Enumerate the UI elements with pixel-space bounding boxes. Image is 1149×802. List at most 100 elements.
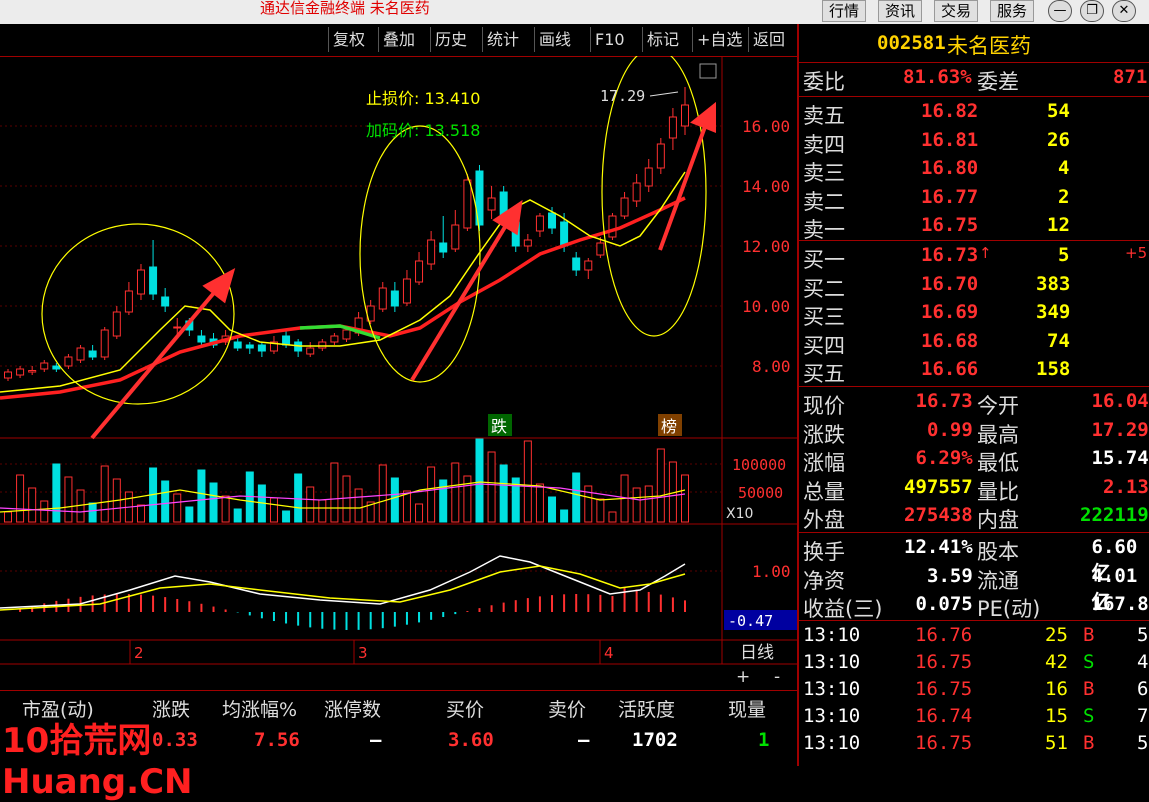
stock-name: 未名医药 bbox=[947, 30, 1031, 60]
candle-body bbox=[17, 369, 24, 375]
fund-label: 换手 bbox=[803, 536, 845, 566]
col-header[interactable]: 涨停数 bbox=[324, 695, 381, 722]
candle-body bbox=[633, 183, 640, 201]
kline-chart[interactable]: 16.00 14.00 12.00 10.00 8.00 100000 5000… bbox=[0, 56, 797, 690]
ask-row[interactable]: 卖三 16.80 4 bbox=[799, 157, 1149, 185]
weibi-value: 81.63% bbox=[903, 66, 972, 88]
highlight-circle bbox=[42, 224, 234, 404]
candle-body bbox=[113, 312, 120, 336]
stats-button[interactable]: 统计 bbox=[482, 27, 523, 52]
tick-time: 13:10 bbox=[803, 732, 860, 754]
price-tick: 16.00 bbox=[742, 117, 790, 136]
candle-body bbox=[319, 342, 326, 348]
volume-bar bbox=[270, 498, 277, 522]
volume-bar bbox=[524, 441, 531, 522]
badge-bang-text: 榜 bbox=[661, 417, 677, 436]
candle-body bbox=[561, 222, 568, 246]
col-header[interactable]: 均涨幅% bbox=[222, 695, 297, 722]
add-watchlist-button[interactable]: +自选 bbox=[692, 27, 746, 52]
zoom-in-button[interactable]: + bbox=[736, 667, 750, 687]
quote-panel: 002581 未名医药 委比 81.63% 委差 871 卖五 16.82 54… bbox=[797, 24, 1149, 766]
macd-bars bbox=[8, 588, 685, 630]
stat-value: 15.74 bbox=[1092, 447, 1149, 469]
ask-row[interactable]: 卖四 16.81 26 bbox=[799, 129, 1149, 157]
volume-bar bbox=[17, 475, 24, 522]
tick-price: 16.75 bbox=[915, 678, 972, 700]
close-icon[interactable]: ✕ bbox=[1112, 0, 1136, 22]
fuquan-button[interactable]: 复权 bbox=[328, 27, 369, 52]
menu-quotes[interactable]: 行情 bbox=[822, 0, 866, 22]
month-label: 3 bbox=[358, 644, 368, 662]
ask-volume: 4 bbox=[1058, 157, 1069, 179]
fundamental-row: 换手 12.41% 股本 6.60亿 bbox=[799, 536, 1149, 564]
volume-bar bbox=[500, 465, 507, 522]
menu-service[interactable]: 服务 bbox=[990, 0, 1034, 22]
high-price-pointer bbox=[650, 92, 678, 96]
ask-volume: 54 bbox=[1047, 100, 1070, 122]
trend-arrow bbox=[92, 288, 218, 438]
volume-bar bbox=[198, 470, 205, 522]
col-header[interactable]: 现量 bbox=[728, 695, 766, 722]
bid-row[interactable]: 买五 16.66 158 bbox=[799, 358, 1149, 386]
period-daily[interactable]: 日线 bbox=[740, 643, 774, 663]
tick-count: 6 bbox=[1137, 678, 1148, 700]
stat-label: 总量 bbox=[803, 476, 845, 506]
col-header[interactable]: 活跃度 bbox=[618, 695, 675, 722]
chart-option-icon[interactable] bbox=[700, 64, 716, 78]
menu-news[interactable]: 资讯 bbox=[878, 0, 922, 22]
volume-bar bbox=[29, 488, 36, 522]
candle-body bbox=[234, 342, 241, 348]
bid-row[interactable]: 买二 16.70 383 bbox=[799, 273, 1149, 301]
bid-row[interactable]: 买一 16.73 ↑ 5 +5 bbox=[799, 244, 1149, 272]
weibi-row: 委比 81.63% 委差 871 bbox=[799, 66, 1149, 94]
candle-body bbox=[258, 345, 265, 351]
candle-body bbox=[101, 330, 108, 357]
mark-button[interactable]: 标记 bbox=[642, 27, 683, 52]
volume-tick: 50000 bbox=[738, 484, 783, 502]
restore-icon[interactable]: ❐ bbox=[1080, 0, 1104, 22]
col-header[interactable]: 买价 bbox=[446, 695, 484, 722]
candle-body bbox=[150, 267, 157, 294]
bid-row[interactable]: 买三 16.69 349 bbox=[799, 301, 1149, 329]
tick-count: 5 bbox=[1137, 624, 1148, 646]
volume-bar bbox=[174, 494, 181, 522]
candle-body bbox=[428, 240, 435, 264]
minimize-icon[interactable]: — bbox=[1048, 0, 1072, 22]
history-button[interactable]: 历史 bbox=[430, 27, 471, 52]
stat-row: 总量 497557 量比 2.13 bbox=[799, 476, 1149, 504]
tick-row: 13:10 16.76 25 B 5 bbox=[799, 624, 1149, 652]
price-tick: 14.00 bbox=[742, 177, 790, 196]
ask-row[interactable]: 卖二 16.77 2 bbox=[799, 186, 1149, 214]
watermark-logo: 10拾荒网 Huang.CN bbox=[2, 713, 152, 767]
ask-row[interactable]: 卖五 16.82 54 bbox=[799, 100, 1149, 128]
ask-row[interactable]: 卖一 16.75 12 bbox=[799, 214, 1149, 242]
month-label: 4 bbox=[604, 644, 614, 662]
tick-price: 16.75 bbox=[915, 651, 972, 673]
draw-line-button[interactable]: 画线 bbox=[534, 27, 575, 52]
tick-row: 13:10 16.74 15 S 7 bbox=[799, 705, 1149, 733]
volume-bar bbox=[319, 500, 326, 522]
volume-bar bbox=[53, 464, 60, 522]
col-header[interactable]: 卖价 bbox=[548, 695, 586, 722]
menu-trade[interactable]: 交易 bbox=[934, 0, 978, 22]
volume-bar bbox=[101, 466, 108, 522]
app-title: 通达信金融终端 未名医药 bbox=[260, 0, 430, 18]
up-arrow-icon: ↑ bbox=[979, 244, 992, 262]
macd-dea-line bbox=[0, 566, 685, 610]
volume-bar bbox=[331, 463, 338, 522]
volume-bar bbox=[222, 496, 229, 522]
bid-row[interactable]: 买四 16.68 74 bbox=[799, 330, 1149, 358]
tick-time: 13:10 bbox=[803, 624, 860, 646]
ask-label: 卖四 bbox=[803, 129, 845, 159]
stat-row: 涨跌 0.99 最高 17.29 bbox=[799, 419, 1149, 447]
overlay-button[interactable]: 叠加 bbox=[378, 27, 419, 52]
f10-button[interactable]: F10 bbox=[590, 27, 629, 52]
ma5-line bbox=[0, 172, 685, 392]
bid-label: 买二 bbox=[803, 273, 845, 303]
back-button[interactable]: 返回 bbox=[748, 27, 789, 52]
stat-label: 最高 bbox=[977, 419, 1019, 449]
bid-volume: 383 bbox=[1036, 273, 1070, 295]
bid-price: 16.68 bbox=[921, 330, 978, 352]
zoom-out-button[interactable]: - bbox=[774, 667, 780, 687]
volume-bar bbox=[561, 510, 568, 522]
